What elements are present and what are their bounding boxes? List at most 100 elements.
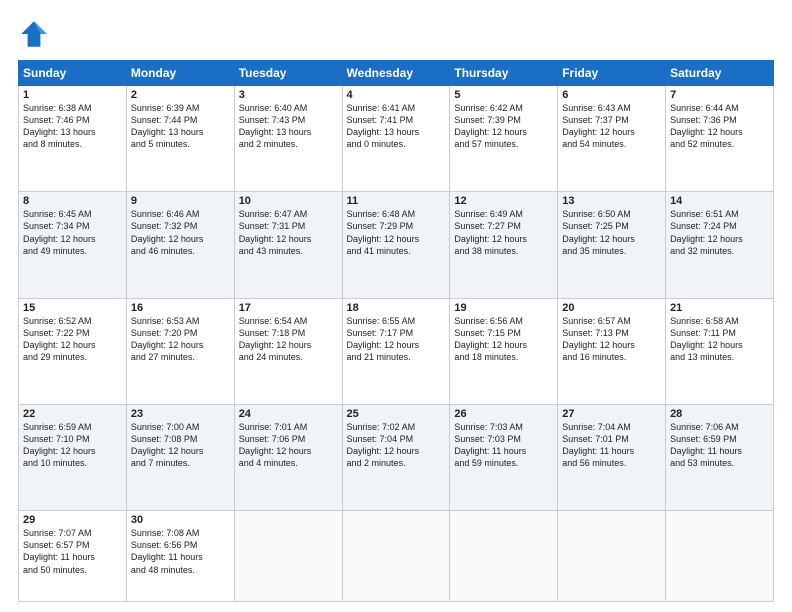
day-number: 17 [239, 302, 338, 314]
day-info: Sunrise: 6:49 AM Sunset: 7:27 PM Dayligh… [454, 208, 553, 257]
calendar-cell: 22Sunrise: 6:59 AM Sunset: 7:10 PM Dayli… [19, 404, 127, 510]
calendar-cell: 12Sunrise: 6:49 AM Sunset: 7:27 PM Dayli… [450, 192, 558, 298]
day-number: 21 [670, 302, 769, 314]
calendar-cell [342, 511, 450, 602]
day-number: 18 [347, 302, 446, 314]
calendar-week-row: 8Sunrise: 6:45 AM Sunset: 7:34 PM Daylig… [19, 192, 774, 298]
day-number: 12 [454, 195, 553, 207]
day-info: Sunrise: 6:39 AM Sunset: 7:44 PM Dayligh… [131, 102, 230, 151]
day-info: Sunrise: 6:40 AM Sunset: 7:43 PM Dayligh… [239, 102, 338, 151]
calendar-cell: 24Sunrise: 7:01 AM Sunset: 7:06 PM Dayli… [234, 404, 342, 510]
day-number: 2 [131, 89, 230, 101]
day-info: Sunrise: 6:54 AM Sunset: 7:18 PM Dayligh… [239, 315, 338, 364]
day-info: Sunrise: 6:57 AM Sunset: 7:13 PM Dayligh… [562, 315, 661, 364]
day-info: Sunrise: 6:41 AM Sunset: 7:41 PM Dayligh… [347, 102, 446, 151]
calendar-week-row: 29Sunrise: 7:07 AM Sunset: 6:57 PM Dayli… [19, 511, 774, 602]
calendar-cell: 10Sunrise: 6:47 AM Sunset: 7:31 PM Dayli… [234, 192, 342, 298]
calendar-cell: 29Sunrise: 7:07 AM Sunset: 6:57 PM Dayli… [19, 511, 127, 602]
day-number: 10 [239, 195, 338, 207]
day-info: Sunrise: 6:58 AM Sunset: 7:11 PM Dayligh… [670, 315, 769, 364]
weekday-header-tuesday: Tuesday [234, 61, 342, 86]
calendar-body: 1Sunrise: 6:38 AM Sunset: 7:46 PM Daylig… [19, 86, 774, 602]
day-number: 22 [23, 408, 122, 420]
day-info: Sunrise: 6:38 AM Sunset: 7:46 PM Dayligh… [23, 102, 122, 151]
day-info: Sunrise: 6:52 AM Sunset: 7:22 PM Dayligh… [23, 315, 122, 364]
logo [18, 18, 54, 50]
header [18, 18, 774, 50]
day-number: 8 [23, 195, 122, 207]
calendar-cell: 2Sunrise: 6:39 AM Sunset: 7:44 PM Daylig… [126, 86, 234, 192]
day-info: Sunrise: 7:07 AM Sunset: 6:57 PM Dayligh… [23, 527, 122, 576]
day-number: 23 [131, 408, 230, 420]
day-number: 25 [347, 408, 446, 420]
calendar-cell [234, 511, 342, 602]
weekday-header-monday: Monday [126, 61, 234, 86]
calendar-cell: 17Sunrise: 6:54 AM Sunset: 7:18 PM Dayli… [234, 298, 342, 404]
day-number: 9 [131, 195, 230, 207]
calendar-week-row: 1Sunrise: 6:38 AM Sunset: 7:46 PM Daylig… [19, 86, 774, 192]
calendar-cell: 28Sunrise: 7:06 AM Sunset: 6:59 PM Dayli… [666, 404, 774, 510]
weekday-header-sunday: Sunday [19, 61, 127, 86]
day-info: Sunrise: 6:44 AM Sunset: 7:36 PM Dayligh… [670, 102, 769, 151]
day-number: 24 [239, 408, 338, 420]
calendar-cell: 5Sunrise: 6:42 AM Sunset: 7:39 PM Daylig… [450, 86, 558, 192]
day-number: 4 [347, 89, 446, 101]
calendar-cell: 1Sunrise: 6:38 AM Sunset: 7:46 PM Daylig… [19, 86, 127, 192]
day-info: Sunrise: 6:47 AM Sunset: 7:31 PM Dayligh… [239, 208, 338, 257]
weekday-header-thursday: Thursday [450, 61, 558, 86]
day-info: Sunrise: 7:04 AM Sunset: 7:01 PM Dayligh… [562, 421, 661, 470]
day-number: 30 [131, 514, 230, 526]
calendar-cell: 18Sunrise: 6:55 AM Sunset: 7:17 PM Dayli… [342, 298, 450, 404]
calendar-cell: 13Sunrise: 6:50 AM Sunset: 7:25 PM Dayli… [558, 192, 666, 298]
calendar-week-row: 15Sunrise: 6:52 AM Sunset: 7:22 PM Dayli… [19, 298, 774, 404]
day-number: 27 [562, 408, 661, 420]
calendar-cell: 4Sunrise: 6:41 AM Sunset: 7:41 PM Daylig… [342, 86, 450, 192]
calendar-cell: 6Sunrise: 6:43 AM Sunset: 7:37 PM Daylig… [558, 86, 666, 192]
calendar-cell: 7Sunrise: 6:44 AM Sunset: 7:36 PM Daylig… [666, 86, 774, 192]
calendar-cell: 9Sunrise: 6:46 AM Sunset: 7:32 PM Daylig… [126, 192, 234, 298]
day-info: Sunrise: 6:53 AM Sunset: 7:20 PM Dayligh… [131, 315, 230, 364]
day-number: 14 [670, 195, 769, 207]
day-number: 6 [562, 89, 661, 101]
weekday-header-wednesday: Wednesday [342, 61, 450, 86]
calendar-week-row: 22Sunrise: 6:59 AM Sunset: 7:10 PM Dayli… [19, 404, 774, 510]
day-info: Sunrise: 7:03 AM Sunset: 7:03 PM Dayligh… [454, 421, 553, 470]
day-number: 1 [23, 89, 122, 101]
day-number: 28 [670, 408, 769, 420]
day-number: 16 [131, 302, 230, 314]
calendar-cell: 16Sunrise: 6:53 AM Sunset: 7:20 PM Dayli… [126, 298, 234, 404]
day-number: 3 [239, 89, 338, 101]
calendar-cell: 26Sunrise: 7:03 AM Sunset: 7:03 PM Dayli… [450, 404, 558, 510]
day-info: Sunrise: 6:43 AM Sunset: 7:37 PM Dayligh… [562, 102, 661, 151]
day-info: Sunrise: 6:51 AM Sunset: 7:24 PM Dayligh… [670, 208, 769, 257]
day-number: 15 [23, 302, 122, 314]
day-info: Sunrise: 6:59 AM Sunset: 7:10 PM Dayligh… [23, 421, 122, 470]
calendar-cell: 15Sunrise: 6:52 AM Sunset: 7:22 PM Dayli… [19, 298, 127, 404]
calendar-cell [450, 511, 558, 602]
weekday-header-row: SundayMondayTuesdayWednesdayThursdayFrid… [19, 61, 774, 86]
calendar-cell: 11Sunrise: 6:48 AM Sunset: 7:29 PM Dayli… [342, 192, 450, 298]
weekday-header-friday: Friday [558, 61, 666, 86]
day-info: Sunrise: 7:08 AM Sunset: 6:56 PM Dayligh… [131, 527, 230, 576]
calendar-cell: 25Sunrise: 7:02 AM Sunset: 7:04 PM Dayli… [342, 404, 450, 510]
day-info: Sunrise: 6:55 AM Sunset: 7:17 PM Dayligh… [347, 315, 446, 364]
calendar-cell [666, 511, 774, 602]
calendar-cell: 27Sunrise: 7:04 AM Sunset: 7:01 PM Dayli… [558, 404, 666, 510]
day-info: Sunrise: 6:48 AM Sunset: 7:29 PM Dayligh… [347, 208, 446, 257]
calendar-cell: 20Sunrise: 6:57 AM Sunset: 7:13 PM Dayli… [558, 298, 666, 404]
day-number: 20 [562, 302, 661, 314]
day-number: 13 [562, 195, 661, 207]
day-info: Sunrise: 7:06 AM Sunset: 6:59 PM Dayligh… [670, 421, 769, 470]
logo-icon [18, 18, 50, 50]
calendar-cell: 23Sunrise: 7:00 AM Sunset: 7:08 PM Dayli… [126, 404, 234, 510]
calendar-cell: 14Sunrise: 6:51 AM Sunset: 7:24 PM Dayli… [666, 192, 774, 298]
day-info: Sunrise: 7:01 AM Sunset: 7:06 PM Dayligh… [239, 421, 338, 470]
day-info: Sunrise: 7:00 AM Sunset: 7:08 PM Dayligh… [131, 421, 230, 470]
calendar-cell: 3Sunrise: 6:40 AM Sunset: 7:43 PM Daylig… [234, 86, 342, 192]
weekday-header-saturday: Saturday [666, 61, 774, 86]
day-number: 7 [670, 89, 769, 101]
day-number: 29 [23, 514, 122, 526]
day-info: Sunrise: 6:56 AM Sunset: 7:15 PM Dayligh… [454, 315, 553, 364]
calendar-page: SundayMondayTuesdayWednesdayThursdayFrid… [0, 0, 792, 612]
day-info: Sunrise: 6:50 AM Sunset: 7:25 PM Dayligh… [562, 208, 661, 257]
